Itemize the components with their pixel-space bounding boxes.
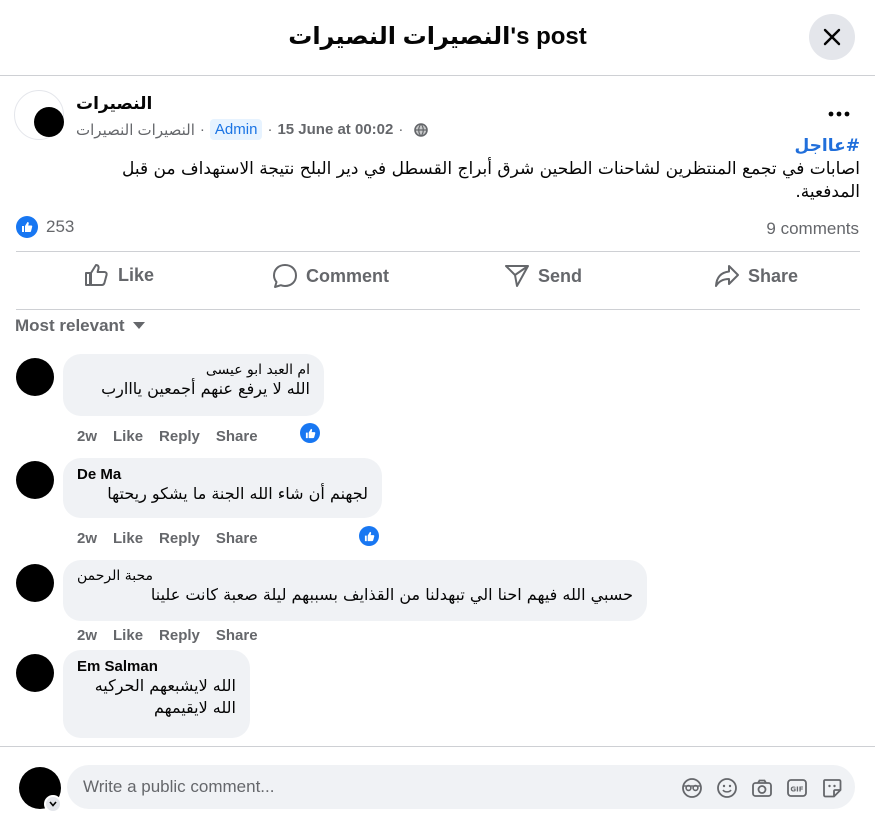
comment-time[interactable]: 2w	[77, 530, 97, 547]
comment-reaction-badge[interactable]	[357, 524, 381, 548]
author-name[interactable]: النصيرات	[76, 94, 152, 114]
comment-icon	[273, 264, 297, 288]
dialog-title: النصيرات النصيرات's post	[288, 23, 587, 50]
post-actions: Like Comment Send Share	[16, 251, 860, 310]
comment-share-button[interactable]: Share	[216, 530, 258, 547]
like-reaction-icon	[364, 531, 374, 541]
commenter-name[interactable]: محبة الرحمن	[77, 568, 633, 584]
chevron-down-icon[interactable]	[44, 795, 62, 813]
camera-icon[interactable]	[750, 776, 774, 800]
comment-like-button[interactable]: Like	[113, 530, 143, 547]
comment-bubble: محبة الرحمن حسبي الله فيهم احنا الي تبهد…	[63, 560, 647, 621]
comment-text-line: الله لايشبعهم الحركيه	[94, 676, 236, 695]
sort-dropdown[interactable]: Most relevant	[15, 316, 145, 336]
commenter-name[interactable]: Em Salman	[77, 658, 236, 675]
comment-bubble: De Ma لجهنم أن شاء الله الجنة ما يشكو ري…	[63, 458, 382, 518]
sticker-icon[interactable]	[820, 776, 844, 800]
commenter-name[interactable]: De Ma	[77, 466, 368, 483]
send-button[interactable]: Send	[504, 263, 582, 289]
comment-bubble: Em Salman الله لايشبعهم الحركيه الله لاي…	[63, 650, 250, 738]
commenter-avatar[interactable]	[16, 654, 54, 692]
comment-composer: GIF	[0, 746, 875, 832]
share-label: Share	[748, 265, 799, 286]
comments-count[interactable]: 9 comments	[766, 219, 859, 239]
share-icon	[715, 265, 739, 287]
comment-text: الله لا يرفع عنهم أجمعين يااارب	[101, 379, 310, 398]
sort-label: Most relevant	[15, 316, 125, 335]
close-button[interactable]	[809, 14, 855, 60]
reactions-summary[interactable]: 253	[16, 216, 74, 238]
like-label: Like	[118, 264, 155, 285]
comment-time[interactable]: 2w	[77, 627, 97, 644]
like-icon	[85, 264, 108, 286]
post-body: #عااجل اصابات في تجمع المنتظرين لشاحنات …	[80, 135, 860, 204]
comment-actions: 2w Like Reply Share	[77, 428, 274, 445]
comment-text: لجهنم أن شاء الله الجنة ما يشكو ريحتها	[107, 484, 368, 503]
comment-button[interactable]: Comment	[272, 263, 389, 289]
comment-text: حسبي الله فيهم احنا الي تبهدلنا من القذا…	[150, 585, 633, 604]
comment-reply-button[interactable]: Reply	[159, 530, 200, 547]
post-text: اصابات في تجمع المنتظرين لشاحنات الطحين …	[121, 159, 860, 202]
svg-text:GIF: GIF	[790, 786, 803, 794]
comment-like-button[interactable]: Like	[113, 627, 143, 644]
author-avatar[interactable]	[14, 90, 64, 140]
gif-icon[interactable]: GIF	[785, 776, 809, 800]
send-label: Send	[538, 265, 583, 286]
commenter-avatar[interactable]	[16, 564, 54, 602]
composer-tools: GIF	[680, 776, 855, 800]
share-button[interactable]: Share	[714, 263, 798, 289]
like-reaction-icon	[16, 216, 38, 238]
comment-like-button[interactable]: Like	[113, 428, 143, 445]
close-icon	[823, 28, 841, 46]
avatar-sticker-icon[interactable]	[680, 776, 704, 800]
like-button[interactable]: Like	[84, 263, 154, 287]
comment-label: Comment	[306, 265, 390, 286]
comment-bubble: ام العبد ابو عيسى الله لا يرفع عنهم أجمع…	[63, 354, 324, 416]
commenter-name[interactable]: ام العبد ابو عيسى	[77, 362, 310, 378]
commenter-avatar[interactable]	[16, 358, 54, 396]
like-reaction-icon	[305, 428, 315, 438]
comment-actions: 2w Like Reply Share	[77, 627, 274, 644]
post-hashtag[interactable]: #عااجل	[80, 135, 861, 158]
more-icon	[828, 111, 850, 117]
comment-share-button[interactable]: Share	[216, 627, 258, 644]
comment-actions: 2w Like Reply Share	[77, 530, 274, 547]
comment-text-line: الله لايقيمهم	[153, 698, 236, 717]
reactions-count: 253	[46, 217, 75, 236]
comment-reply-button[interactable]: Reply	[159, 428, 200, 445]
emoji-icon[interactable]	[715, 776, 739, 800]
comment-reply-button[interactable]: Reply	[159, 627, 200, 644]
dialog-header: النصيرات النصيرات's post	[0, 0, 875, 76]
commenter-avatar[interactable]	[16, 461, 54, 499]
caret-down-icon	[132, 322, 145, 329]
send-icon	[505, 265, 529, 287]
comment-share-button[interactable]: Share	[216, 428, 258, 445]
comment-reaction-badge[interactable]	[298, 421, 322, 445]
more-options-button[interactable]	[824, 102, 854, 126]
comment-time[interactable]: 2w	[77, 428, 97, 445]
